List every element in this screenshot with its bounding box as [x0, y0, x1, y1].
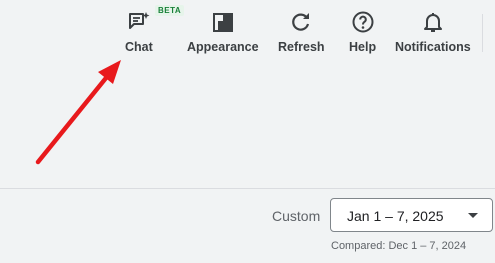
- help-icon: [352, 11, 374, 33]
- toolbar-divider: [482, 14, 483, 52]
- bell-icon: [423, 13, 442, 32]
- notifications-button[interactable]: Notifications: [395, 10, 471, 54]
- refresh-label: Refresh: [278, 40, 325, 54]
- beta-badge: BETA: [155, 5, 185, 16]
- chat-button[interactable]: Chat: [125, 10, 153, 54]
- date-range-value: Jan 1 – 7, 2025: [347, 208, 444, 224]
- date-preset-label: Custom: [272, 208, 321, 224]
- date-range-dropdown[interactable]: Jan 1 – 7, 2025: [330, 198, 493, 232]
- help-button[interactable]: Help: [349, 10, 376, 54]
- refresh-icon: [292, 13, 310, 31]
- chat-sparkle-icon: [128, 12, 150, 29]
- appearance-label: Appearance: [187, 40, 259, 54]
- top-toolbar: Chat BETA Appearance Refresh Help Notifi…: [0, 0, 495, 62]
- appearance-button[interactable]: Appearance: [187, 10, 259, 54]
- refresh-button[interactable]: Refresh: [278, 10, 325, 54]
- notifications-label: Notifications: [395, 40, 471, 54]
- appearance-icon: [212, 13, 233, 32]
- chat-label: Chat: [125, 40, 153, 54]
- comparison-range: Compared: Dec 1 – 7, 2024: [331, 240, 467, 252]
- help-label: Help: [349, 40, 377, 54]
- section-divider: [0, 188, 495, 189]
- dropdown-caret-icon: [468, 213, 478, 218]
